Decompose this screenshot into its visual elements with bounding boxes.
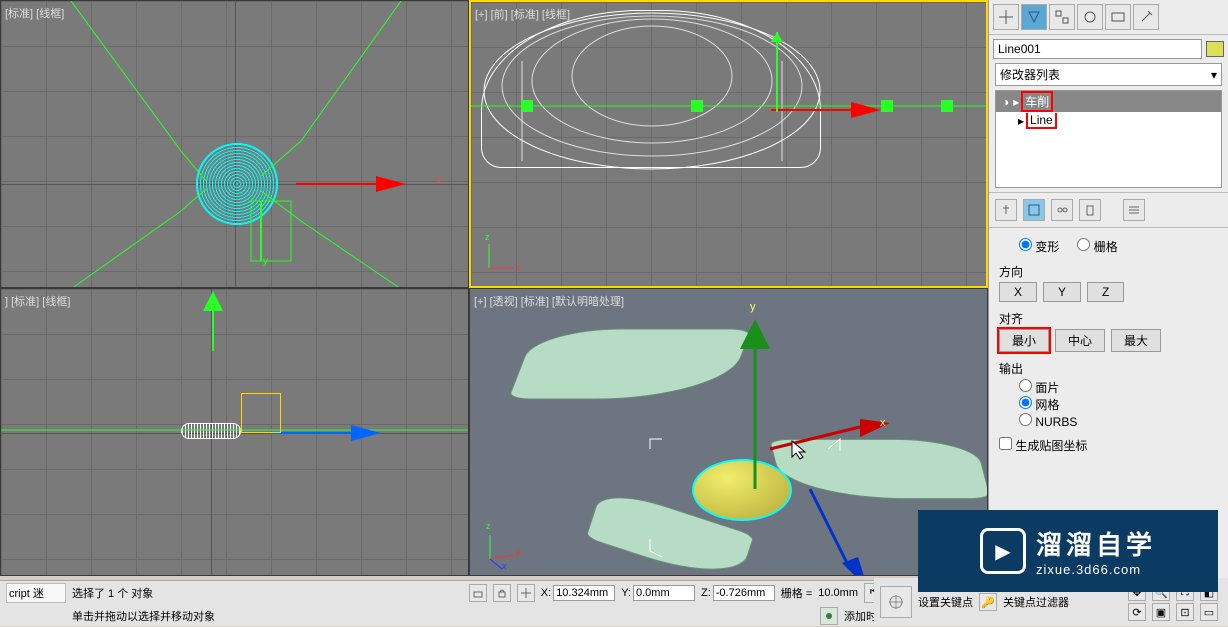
maximize-viewport-button[interactable]: ▣ [1152, 603, 1170, 621]
axis-z-button[interactable]: Z [1087, 282, 1124, 302]
x-coord-input[interactable] [553, 585, 615, 601]
watermark-url: zixue.3d66.com [1036, 562, 1156, 577]
expand-icon: ▸ [1018, 114, 1024, 128]
gizmo-xy-plane[interactable] [241, 393, 281, 433]
modifier-item-line[interactable]: ▸ Line [996, 112, 1221, 130]
lock-icon[interactable] [493, 584, 511, 602]
motion-tab[interactable] [1077, 4, 1103, 30]
display-tab[interactable] [1105, 4, 1131, 30]
modifier-list-dropdown[interactable]: 修改器列表 ▾ [995, 63, 1222, 86]
eye-icon: ◑ [1002, 95, 1009, 109]
spline-line [1, 427, 469, 433]
object-name-input[interactable] [993, 39, 1202, 59]
hierarchy-tab[interactable] [1049, 4, 1075, 30]
utilities-tab[interactable] [1133, 4, 1159, 30]
grid-value: 10.0mm [818, 587, 858, 599]
viewport-label[interactable]: [+] [前] [标准] [线框] [475, 6, 570, 22]
set-key-label[interactable]: 设置关键点 [918, 594, 973, 610]
gizmo-x-arrow[interactable] [376, 176, 406, 192]
gen-mapping-checkbox[interactable]: 生成贴图坐标 [999, 439, 1087, 453]
stack-toolbar [989, 192, 1228, 228]
axis-y-label: y [263, 256, 268, 267]
align-label: 对齐 [999, 310, 1218, 327]
axis-y-label: y [750, 301, 756, 313]
spline-rail [471, 96, 988, 116]
expand-icon: ▸ [1013, 95, 1019, 109]
direction-label: 方向 [999, 263, 1218, 280]
modifier-stack[interactable]: ◑ ▸ 车削 ▸ Line [995, 90, 1222, 188]
selection-status: 选择了 1 个 对象 [72, 585, 153, 601]
selection-brackets [650, 439, 850, 559]
zoom-region-button[interactable]: ▭ [1200, 603, 1218, 621]
set-key-big-button[interactable] [880, 586, 912, 618]
create-tab[interactable] [993, 4, 1019, 30]
viewport-perspective[interactable]: [+] [透视] [标准] [默认明暗处理] y x z y x [469, 288, 988, 576]
show-end-result-button[interactable] [1023, 199, 1045, 221]
orbit-button[interactable]: ⟳ [1128, 603, 1146, 621]
gizmo-x-arrow[interactable] [851, 102, 881, 118]
modifier-name: 车削 [1021, 91, 1053, 112]
output-label: 输出 [999, 360, 1218, 377]
z-label: Z: [701, 587, 711, 599]
modify-tab[interactable] [1021, 4, 1047, 30]
output-nurbs-radio[interactable]: NURBS [1019, 415, 1077, 429]
key-filter-label[interactable]: 关键点过滤器 [1003, 594, 1069, 610]
script-listener[interactable]: cript 迷 [6, 583, 66, 603]
axis-x-button[interactable]: X [999, 282, 1037, 302]
configure-sets-button[interactable] [1123, 199, 1145, 221]
watermark-brand: 溜溜自学 [1036, 525, 1156, 562]
x-label: X: [541, 587, 551, 599]
gizmo-z-arrow[interactable] [771, 32, 783, 112]
selection-lock-button[interactable] [469, 584, 487, 602]
y-label: Y: [621, 587, 631, 599]
y-coord-input[interactable] [633, 585, 695, 601]
grid-label: 栅格 = [781, 585, 812, 601]
remove-modifier-button[interactable] [1079, 199, 1101, 221]
status-bar: cript 迷 选择了 1 个 对象 X: Y: Z: 栅格 = 10.0mm … [0, 580, 988, 626]
modifier-item-lathe[interactable]: ◑ ▸ 车削 [996, 91, 1221, 112]
viewport-left[interactable]: ] [标准] [线框] [0, 288, 469, 576]
command-panel: 修改器列表 ▾ ◑ ▸ 车削 ▸ Line 变形 栅格 方向 X Y Z [988, 0, 1228, 580]
align-max-button[interactable]: 最大 [1111, 329, 1161, 352]
output-patch-radio[interactable]: 面片 [1019, 381, 1059, 395]
time-tag-icon[interactable] [820, 607, 838, 625]
lathe-params-rollup: 变形 栅格 方向 X Y Z 对齐 最小 中心 最大 输出 面片 网格 NURB… [989, 228, 1228, 460]
viewport-label[interactable]: ] [标准] [线框] [5, 293, 70, 309]
spline-shapes [1, 1, 301, 151]
viewport-label[interactable]: [+] [透视] [标准] [默认明暗处理] [474, 293, 624, 309]
viewport-label[interactable]: [标准] [线框] [5, 5, 64, 21]
lathe-object-front[interactable] [481, 10, 821, 168]
output-mesh-radio[interactable]: 网格 [1019, 398, 1059, 412]
viewport-front[interactable]: [+] [前] [标准] [线框] z x [469, 0, 988, 288]
deform-radio[interactable]: 变形 [1019, 238, 1059, 255]
modifier-list-label: 修改器列表 [1000, 66, 1060, 83]
object-color-swatch[interactable] [1206, 41, 1224, 57]
key-filters-icon[interactable]: 🔑 [979, 593, 997, 611]
mouse-cursor [792, 441, 810, 461]
pin-stack-button[interactable] [995, 199, 1017, 221]
zoom-extents-button[interactable]: ⊡ [1176, 603, 1194, 621]
gizmo-x-arrow[interactable] [351, 425, 381, 441]
watermark-overlay: ▶ 溜溜自学 zixue.3d66.com [918, 510, 1218, 592]
axis-x-label: x [436, 175, 441, 186]
align-min-button[interactable]: 最小 [999, 329, 1049, 352]
prompt-hint: 单击并拖动以选择并移动对象 [72, 608, 215, 624]
make-unique-button[interactable] [1051, 199, 1073, 221]
transform-type-in-button[interactable] [517, 584, 535, 602]
align-center-button[interactable]: 中心 [1055, 329, 1105, 352]
axis-x-label: x [880, 417, 886, 429]
command-panel-tabs [989, 0, 1228, 35]
chevron-down-icon: ▾ [1211, 68, 1217, 82]
axis-indicator: z y x [480, 525, 520, 565]
axis-y-button[interactable]: Y [1043, 282, 1081, 302]
axis-indicator: z x [481, 236, 521, 276]
fan-blade[interactable] [508, 328, 753, 399]
viewport-top[interactable]: [标准] [线框] x y [0, 0, 469, 288]
modifier-name: Line [1026, 113, 1057, 129]
grid-radio[interactable]: 栅格 [1077, 238, 1117, 255]
gizmo-z-arrow[interactable] [203, 291, 223, 351]
play-icon: ▶ [980, 528, 1026, 574]
z-coord-input[interactable] [713, 585, 775, 601]
